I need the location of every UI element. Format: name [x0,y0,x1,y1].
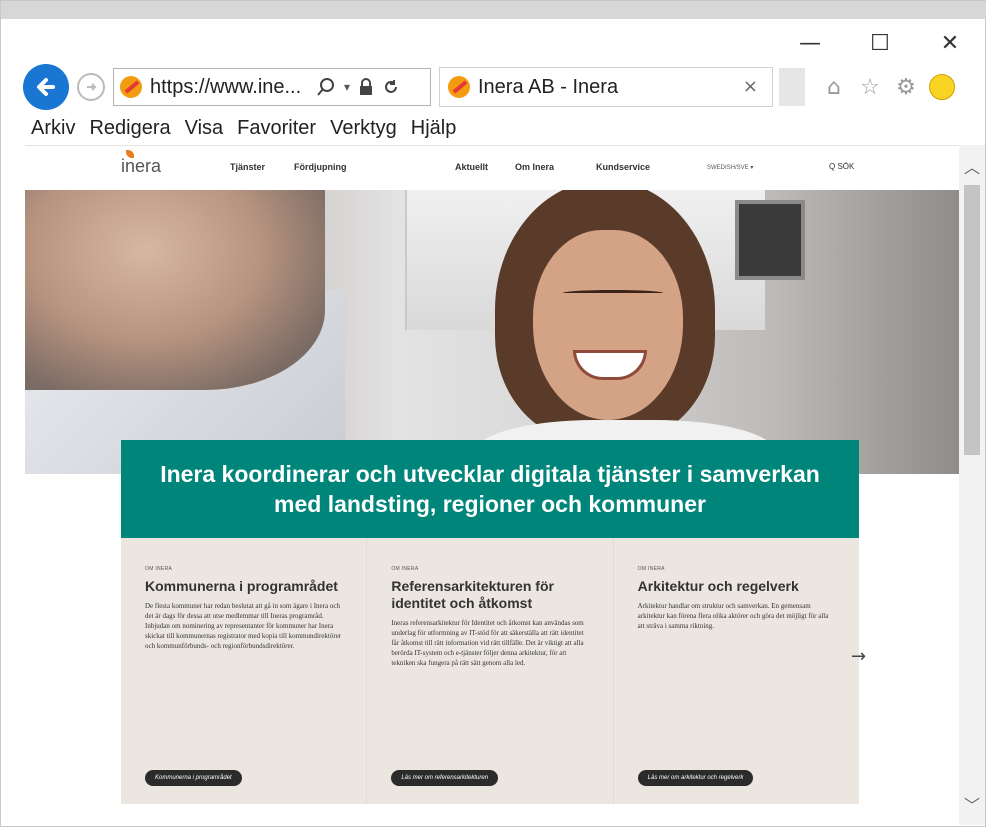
minimize-button[interactable]: — [775,23,845,63]
favorites-star-icon[interactable]: ☆ [857,74,883,100]
hero-image [25,190,959,474]
scrollbar-thumb[interactable] [964,185,980,455]
feedback-smiley-icon[interactable] [929,74,955,100]
menu-favoriter[interactable]: Favoriter [237,117,316,140]
card-title[interactable]: Kommunerna i programrådet [145,578,344,595]
refresh-icon[interactable] [382,78,400,96]
carousel-next-arrow-icon[interactable]: → [851,646,866,667]
window-top-border [1,1,986,19]
nav-fordjupning[interactable]: Fördjupning [294,162,346,172]
hero-woman-eyes [563,290,663,296]
menu-visa[interactable]: Visa [185,117,224,140]
card-read-more-button[interactable]: Läs mer om referensarkitekturen [391,770,499,786]
new-tab-button[interactable] [779,68,805,106]
maximize-button[interactable]: ☐ [845,23,915,63]
news-card: OM INERA Kommunerna i programrådet De fl… [121,538,368,804]
address-bar[interactable]: https://www.ine... ▾ [113,68,431,106]
nav-kundservice[interactable]: Kundservice [596,162,650,172]
page-viewport: inera Tjänster Fördjupning Aktuellt Om I… [25,145,959,825]
site-navigation: inera Tjänster Fördjupning Aktuellt Om I… [25,146,959,190]
nav-aktuellt[interactable]: Aktuellt [455,162,488,172]
vertical-scrollbar[interactable]: ︿ ﹀ [959,145,985,825]
card-kicker: OM INERA [145,566,173,572]
card-read-more-button[interactable]: Läs mer om arkitektur och regelverk [637,770,754,786]
card-body: Ineras referensarkitektur för Identitet … [391,619,584,667]
hero-man-head [25,190,325,390]
card-body: De flesta kommuner har redan beslutat at… [145,602,342,650]
hero-background-microwave [735,200,805,280]
settings-gear-icon[interactable]: ⚙ [893,74,919,100]
menu-arkiv[interactable]: Arkiv [31,117,75,140]
back-button[interactable] [23,64,69,110]
site-logo[interactable]: inera [121,156,161,177]
menu-verktyg[interactable]: Verktyg [330,117,397,140]
browser-window: — ☐ ✕ https://www.ine... ▾ Inera AB - In… [0,0,986,827]
news-card: OM INERA Arkitektur och regelverk Arkite… [614,538,859,804]
card-kicker: OM INERA [391,566,419,572]
nav-om-inera[interactable]: Om Inera [515,162,554,172]
hero-banner: Inera koordinerar och utvecklar digitala… [121,440,859,538]
menu-redigera[interactable]: Redigera [89,117,170,140]
scroll-up-chevron-icon[interactable]: ︿ [959,153,985,179]
language-selector[interactable]: SWEDISH/SVE ▾ [707,164,753,171]
news-cards: OM INERA Kommunerna i programrådet De fl… [121,538,859,804]
window-controls: — ☐ ✕ [775,23,985,63]
card-read-more-button[interactable]: Kommunerna i programrådet [145,770,242,786]
tab-inera[interactable]: Inera AB - Inera × [439,67,773,107]
card-title[interactable]: Referensarkitekturen för identitet och å… [391,578,590,612]
lock-icon[interactable] [358,78,374,96]
tab-title: Inera AB - Inera [478,75,619,98]
menu-bar: Arkiv Redigera Visa Favoriter Verktyg Hj… [31,111,456,145]
close-window-button[interactable]: ✕ [915,23,985,63]
search-icon[interactable] [316,77,336,97]
card-title[interactable]: Arkitektur och regelverk [638,578,837,595]
dropdown-icon[interactable]: ▾ [344,80,350,94]
nav-tjanster[interactable]: Tjänster [230,162,265,172]
tab-close-icon[interactable]: × [743,76,758,97]
address-text[interactable]: https://www.ine... [150,76,310,99]
scroll-down-chevron-icon[interactable]: ﹀ [959,791,985,817]
tab-favicon-icon [448,76,470,98]
back-arrow-icon [37,78,55,96]
news-card: OM INERA Referensarkitekturen för identi… [367,538,614,804]
card-body: Arkitektur handlar om struktur och samve… [637,602,829,630]
hero-headline: Inera koordinerar och utvecklar digitala… [160,461,820,517]
hero-woman-face [533,230,683,420]
site-search-link[interactable]: Q SÖK [829,162,854,171]
site-favicon-icon [120,76,142,98]
browser-toolbar: https://www.ine... ▾ Inera AB - Inera × … [23,64,983,110]
menu-hjalp[interactable]: Hjälp [411,117,457,140]
home-icon[interactable]: ⌂ [821,74,847,100]
forward-button[interactable] [77,73,105,101]
card-kicker: OM INERA [637,566,665,572]
forward-arrow-icon [87,83,97,91]
